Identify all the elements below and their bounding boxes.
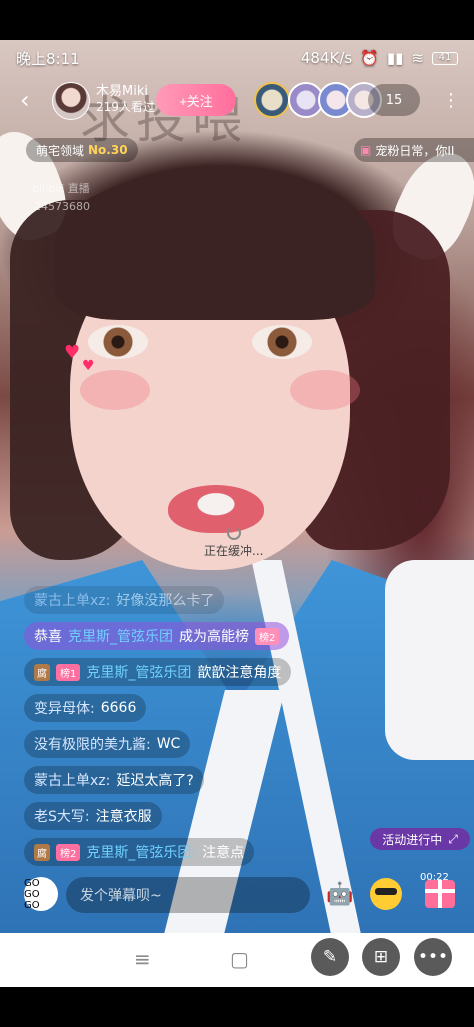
heart-sticker-icon: ♥	[82, 358, 95, 374]
gift-button[interactable]	[420, 874, 460, 914]
ellipsis-icon[interactable]: •••	[414, 938, 452, 976]
chat-text: 好像没那么卡了	[116, 593, 215, 609]
chevron-left-icon: ‹	[20, 86, 30, 114]
chat-user: 蒙古上单xz:	[34, 593, 111, 609]
status-bar: 晚上8:11 484K/s ⏰ ▮▮ ≋ 41	[0, 40, 474, 76]
fan-medal: 腐	[34, 663, 50, 681]
fan-chip-label: 宠粉日常，你II	[375, 143, 455, 158]
chat-message[interactable]: 变异母体: 6666	[24, 694, 147, 722]
host-name[interactable]: 木易Miki	[96, 80, 148, 99]
buffering-text: 正在缓冲...	[204, 544, 264, 558]
more-vert-icon[interactable]: ⋮	[440, 84, 462, 116]
blush-right	[290, 370, 360, 410]
chat-user: 变异母体:	[34, 701, 95, 717]
activity-banner[interactable]: 活动进行中 ⤢	[370, 828, 470, 850]
network-speed: 484K/s	[300, 49, 353, 67]
viewers-count: 219人看过	[96, 100, 155, 114]
area-rank-badge[interactable]: 萌宅领域 No.30	[26, 138, 138, 162]
tv-icon: ▣	[360, 143, 372, 157]
follow-button[interactable]: +关注	[156, 84, 236, 116]
chat-text: 成为高能榜	[179, 629, 249, 645]
chat-message[interactable]: 蒙古上单xz: 延迟太高了?	[24, 766, 204, 794]
gift-icon	[425, 880, 455, 908]
host-avatar[interactable]	[52, 82, 90, 120]
fan-medal: 腐	[34, 843, 50, 861]
danmaku-input[interactable]: 发个弹幕呗~	[66, 877, 310, 913]
battery-icon: 41	[432, 51, 458, 65]
eye-left	[88, 325, 148, 359]
sunglasses-emoji-button[interactable]	[366, 874, 406, 914]
chat-message[interactable]: 恭喜 克里斯_管弦乐团 成为高能榜 榜2	[24, 622, 290, 650]
chat-message[interactable]: 腐 榜2 克里斯_管弦乐团: 注意点	[24, 838, 255, 866]
robot-icon[interactable]: 🤖	[320, 874, 360, 914]
clock: 晚上8:11	[16, 49, 80, 68]
square-icon[interactable]: ▢	[230, 947, 249, 971]
chat-text: 歆歆注意角度	[197, 665, 282, 681]
rank-badge: 榜2	[56, 843, 81, 861]
chat-message[interactable]: 蒙古上单xz: 好像没那么卡了	[24, 586, 225, 614]
sleeve	[385, 560, 474, 760]
chat-message[interactable]: 腐 榜1 克里斯_管弦乐团 歆歆注意角度	[24, 658, 292, 686]
sunglasses-icon	[370, 878, 402, 910]
expand-icon: ⤢	[448, 831, 458, 846]
chat-user: 克里斯_管弦乐团:	[86, 845, 197, 861]
rank-badge: 榜2	[255, 627, 280, 645]
room-id: 24573680	[34, 200, 90, 213]
rank-badge: 榜1	[56, 663, 81, 681]
chat-prefix: 恭喜	[34, 629, 62, 645]
activity-label: 活动进行中	[382, 832, 443, 847]
area-label: 萌宅领域	[36, 143, 85, 158]
fan-activity-chip[interactable]: ▣ 宠粉日常，你II	[354, 138, 474, 162]
back-button[interactable]: ‹	[20, 86, 30, 114]
heart-sticker-icon: ♥	[64, 342, 81, 363]
menu-icon[interactable]: ≡	[134, 947, 151, 971]
chat-text: 6666	[100, 700, 137, 716]
eye-right	[252, 325, 312, 359]
chat-text: 注意衣服	[95, 809, 152, 825]
alarm-icon: ⏰	[360, 49, 379, 67]
area-rank: No.30	[88, 143, 128, 157]
bilibili-logo: bilibili 直播	[32, 182, 90, 195]
wifi-icon: ≋	[411, 49, 424, 67]
signal-icon: ▮▮	[386, 49, 404, 67]
danmaku-list[interactable]: 蒙古上单xz: 好像没那么卡了 恭喜 克里斯_管弦乐团 成为高能榜 榜2 腐 榜…	[24, 586, 334, 874]
bangs	[55, 170, 375, 320]
chat-message[interactable]: 没有极限的美九酱: WC	[24, 730, 191, 758]
chat-text: 延迟太高了?	[116, 773, 194, 789]
top-viewer-avatar[interactable]	[254, 82, 290, 118]
chat-user: 蒙古上单xz:	[34, 773, 111, 789]
system-nav-bar: ≡ ▢ ◁	[0, 933, 474, 987]
spinner-icon	[226, 526, 241, 540]
chat-text: WC	[156, 736, 181, 752]
grid-icon[interactable]: ⊞	[362, 938, 400, 976]
chat-text: 注意点	[202, 845, 245, 861]
blush-left	[80, 370, 150, 410]
my-avatar[interactable]: GO GO GO	[24, 877, 58, 911]
chat-user: 没有极限的美九酱:	[34, 737, 151, 753]
chat-user: 老S大写:	[34, 809, 90, 825]
online-count-button[interactable]: 15	[368, 84, 420, 116]
buffering-indicator: 正在缓冲...	[204, 526, 263, 559]
chat-user: 克里斯_管弦乐团	[68, 629, 173, 645]
screen-bottom-bezel	[0, 987, 474, 1027]
chat-message[interactable]: 老S大写: 注意衣服	[24, 802, 162, 830]
chat-user: 克里斯_管弦乐团	[86, 665, 192, 681]
pencil-icon[interactable]: ✎	[311, 938, 349, 976]
